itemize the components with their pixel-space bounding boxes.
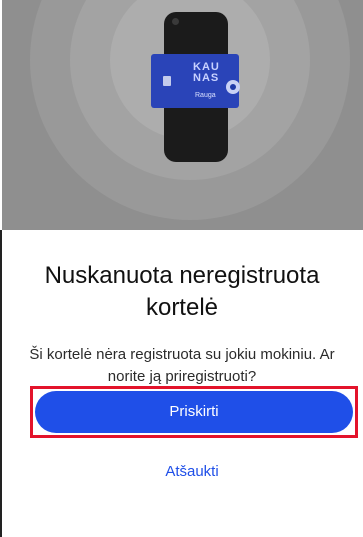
dialog-message: Ši kortelė nėra registruota su jokiu mok… (29, 346, 335, 385)
unregistered-card-dialog: Nuskanuota neregistruota kortelė Ši kort… (2, 230, 363, 537)
screen: KAU NAS Rauga Nuskanuota neregistruota k… (0, 0, 363, 537)
scan-illustration: KAU NAS Rauga (2, 0, 363, 230)
dialog-title: Nuskanuota neregistruota kortelė (44, 262, 320, 321)
card-badge-icon (226, 80, 240, 94)
card-icon: KAU NAS Rauga (151, 54, 240, 108)
card-logo-subtext: Rauga (195, 92, 216, 99)
card-logo: KAU NAS (193, 61, 220, 84)
cancel-button[interactable]: Atšaukti (122, 460, 262, 484)
assign-button[interactable]: Priskirti (35, 391, 353, 433)
phone-camera (172, 18, 179, 25)
card-chip (163, 76, 171, 86)
